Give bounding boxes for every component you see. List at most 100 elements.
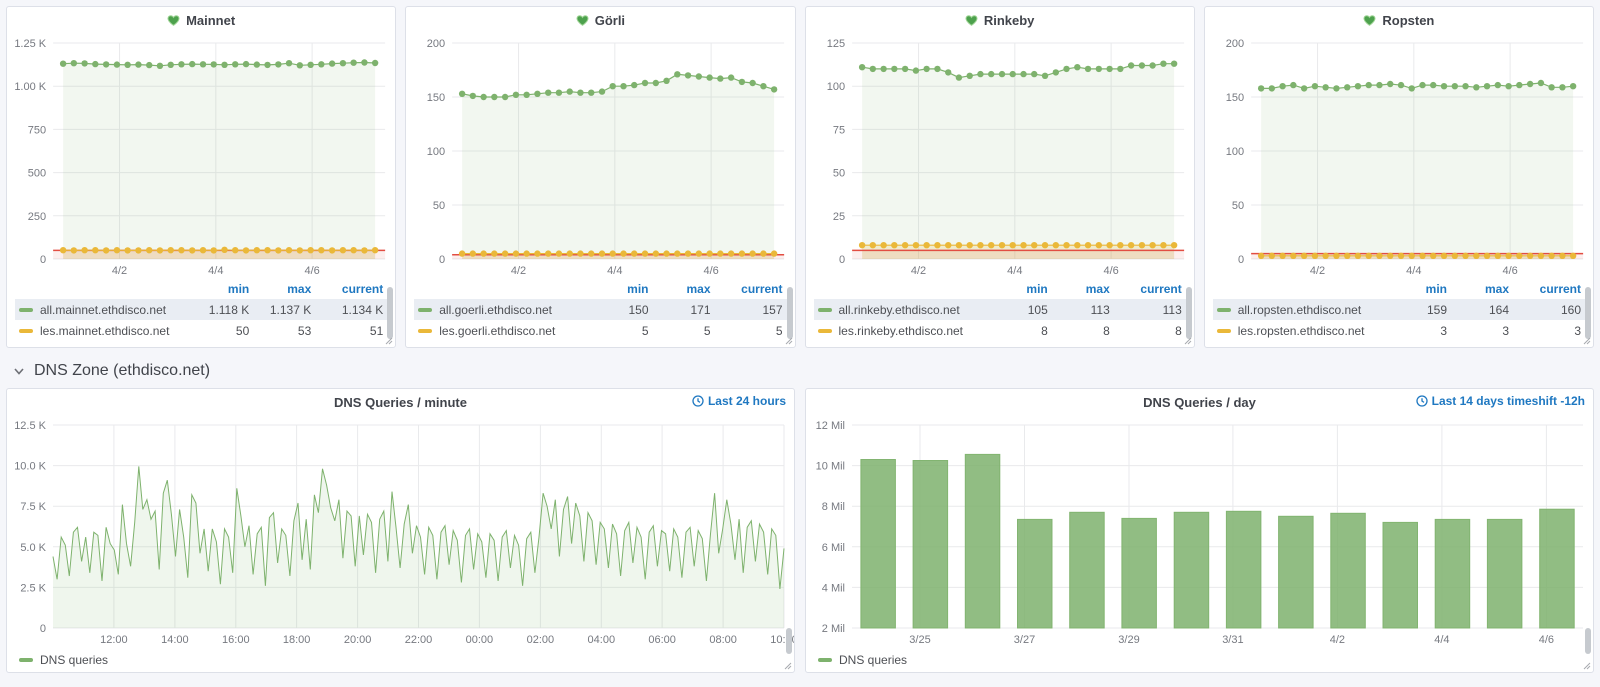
dns-queries-minute-chart[interactable]: 12:0014:0016:0018:0020:0022:0000:0002:00…: [7, 415, 794, 648]
legend-header-min[interactable]: min: [986, 282, 1048, 296]
svg-text:04:00: 04:00: [588, 634, 616, 646]
panel-resize-handle[interactable]: [784, 336, 793, 345]
legend-scrollbar[interactable]: [1585, 287, 1591, 339]
panel-scrollbar[interactable]: [1585, 628, 1591, 654]
mainnet-chart[interactable]: 4/24/44/602505007501.00 K1.25 K: [7, 33, 395, 279]
svg-text:500: 500: [28, 168, 46, 180]
legend-scrollbar[interactable]: [1186, 287, 1192, 339]
series-toggle[interactable]: DNS queries: [839, 653, 907, 667]
svg-text:150: 150: [427, 92, 445, 104]
series-swatch[interactable]: [1217, 308, 1231, 312]
legend-header-min[interactable]: min: [587, 282, 649, 296]
series-toggle[interactable]: all.rinkeby.ethdisco.net: [818, 303, 986, 317]
legend-current-value: 160: [1509, 303, 1581, 317]
svg-text:125: 125: [826, 38, 844, 50]
panel-resize-handle[interactable]: [783, 661, 792, 670]
dns-day-legend: DNS queries: [806, 648, 1593, 672]
panel-resize-handle[interactable]: [384, 336, 393, 345]
legend-header-current[interactable]: current: [711, 282, 783, 296]
legend-header-max[interactable]: max: [1048, 282, 1110, 296]
svg-text:200: 200: [427, 38, 445, 50]
dns-queries-day-chart[interactable]: 3/253/273/293/314/24/44/62 Mil4 Mil6 Mil…: [806, 415, 1593, 648]
panel-title-dns-minute[interactable]: DNS Queries / minute: [7, 389, 794, 415]
svg-text:10 Mil: 10 Mil: [816, 461, 845, 473]
legend-header-current[interactable]: current: [311, 282, 383, 296]
series-toggle[interactable]: les.mainnet.ethdisco.net: [19, 324, 187, 338]
svg-text:10.0 K: 10.0 K: [14, 461, 46, 473]
ropsten-legend: min max current all.ropsten.ethdisco.net…: [1205, 279, 1593, 347]
legend-header-max[interactable]: max: [649, 282, 711, 296]
legend-min-value: 50: [187, 324, 249, 338]
legend-row: all.mainnet.ethdisco.net 1.118 K 1.137 K…: [15, 299, 387, 320]
svg-text:06:00: 06:00: [648, 634, 676, 646]
svg-text:4/6: 4/6: [1103, 265, 1118, 277]
svg-text:3/29: 3/29: [1118, 634, 1139, 646]
dashboard: Mainnet 4/24/44/602505007501.00 K1.25 K …: [0, 0, 1600, 673]
series-toggle[interactable]: les.rinkeby.ethdisco.net: [818, 324, 986, 338]
time-range-override[interactable]: Last 24 hours: [692, 394, 786, 408]
panel-title-ropsten[interactable]: Ropsten: [1205, 7, 1593, 33]
legend-header-max[interactable]: max: [249, 282, 311, 296]
series-swatch[interactable]: [418, 329, 432, 333]
svg-text:02:00: 02:00: [527, 634, 555, 646]
svg-text:1.00 K: 1.00 K: [14, 81, 46, 93]
panel-title-mainnet[interactable]: Mainnet: [7, 7, 395, 33]
series-swatch[interactable]: [19, 329, 33, 333]
legend-row: all.rinkeby.ethdisco.net 105 113 113: [814, 299, 1186, 320]
legend-row: les.rinkeby.ethdisco.net 8 8 8: [814, 320, 1186, 341]
rinkeby-chart[interactable]: 4/24/44/60255075100125: [806, 33, 1194, 279]
svg-text:4 Mil: 4 Mil: [822, 582, 845, 594]
legend-header-min[interactable]: min: [187, 282, 249, 296]
legend-scrollbar[interactable]: [387, 287, 393, 339]
legend-header-max[interactable]: max: [1447, 282, 1509, 296]
legend-header-min[interactable]: min: [1385, 282, 1447, 296]
series-swatch[interactable]: [19, 658, 33, 662]
ropsten-chart[interactable]: 4/24/44/6050100150200: [1205, 33, 1593, 279]
panel-title-rinkeby[interactable]: Rinkeby: [806, 7, 1194, 33]
series-toggle[interactable]: DNS queries: [40, 653, 108, 667]
legend-header-current[interactable]: current: [1509, 282, 1581, 296]
legend-max-value: 1.137 K: [249, 303, 311, 317]
svg-text:0: 0: [40, 623, 46, 635]
series-swatch[interactable]: [418, 308, 432, 312]
legend-header-current[interactable]: current: [1110, 282, 1182, 296]
svg-text:4/2: 4/2: [112, 265, 127, 277]
panel-resize-handle[interactable]: [1183, 336, 1192, 345]
legend-scrollbar[interactable]: [787, 287, 793, 339]
svg-text:08:00: 08:00: [709, 634, 737, 646]
series-swatch[interactable]: [1217, 329, 1231, 333]
section-header-dns-zone[interactable]: DNS Zone (ethdisco.net): [6, 354, 1594, 388]
series-toggle[interactable]: all.goerli.ethdisco.net: [418, 303, 586, 317]
svg-text:50: 50: [1232, 200, 1244, 212]
panel-scrollbar[interactable]: [786, 628, 792, 654]
panel-dns-queries-day: DNS Queries / day Last 14 days timeshift…: [805, 388, 1594, 673]
svg-text:25: 25: [832, 211, 844, 223]
time-range-override[interactable]: Last 14 days timeshift -12h: [1416, 394, 1585, 408]
series-swatch[interactable]: [818, 308, 832, 312]
legend-min-value: 159: [1385, 303, 1447, 317]
svg-text:4/4: 4/4: [1007, 265, 1022, 277]
svg-text:250: 250: [28, 211, 46, 223]
panel-dns-queries-minute: DNS Queries / minute Last 24 hours 12:00…: [6, 388, 795, 673]
goerli-chart[interactable]: 4/24/44/6050100150200: [406, 33, 794, 279]
svg-text:00:00: 00:00: [466, 634, 494, 646]
legend-max-value: 113: [1048, 303, 1110, 317]
panel-title: Rinkeby: [984, 13, 1035, 28]
svg-text:750: 750: [28, 124, 46, 136]
legend-max-value: 5: [649, 324, 711, 338]
series-toggle[interactable]: les.ropsten.ethdisco.net: [1217, 324, 1385, 338]
legend-min-value: 1.118 K: [187, 303, 249, 317]
series-toggle[interactable]: les.goerli.ethdisco.net: [418, 324, 586, 338]
panel-resize-handle[interactable]: [1582, 336, 1591, 345]
dns-minute-legend: DNS queries: [7, 648, 794, 672]
series-toggle[interactable]: all.mainnet.ethdisco.net: [19, 303, 187, 317]
panel-title-goerli[interactable]: Görli: [406, 7, 794, 33]
svg-text:18:00: 18:00: [283, 634, 311, 646]
panel-resize-handle[interactable]: [1582, 661, 1591, 670]
legend-max-value: 171: [649, 303, 711, 317]
series-toggle[interactable]: all.ropsten.ethdisco.net: [1217, 303, 1385, 317]
svg-text:16:00: 16:00: [222, 634, 250, 646]
series-swatch[interactable]: [818, 658, 832, 662]
series-swatch[interactable]: [818, 329, 832, 333]
series-swatch[interactable]: [19, 308, 33, 312]
